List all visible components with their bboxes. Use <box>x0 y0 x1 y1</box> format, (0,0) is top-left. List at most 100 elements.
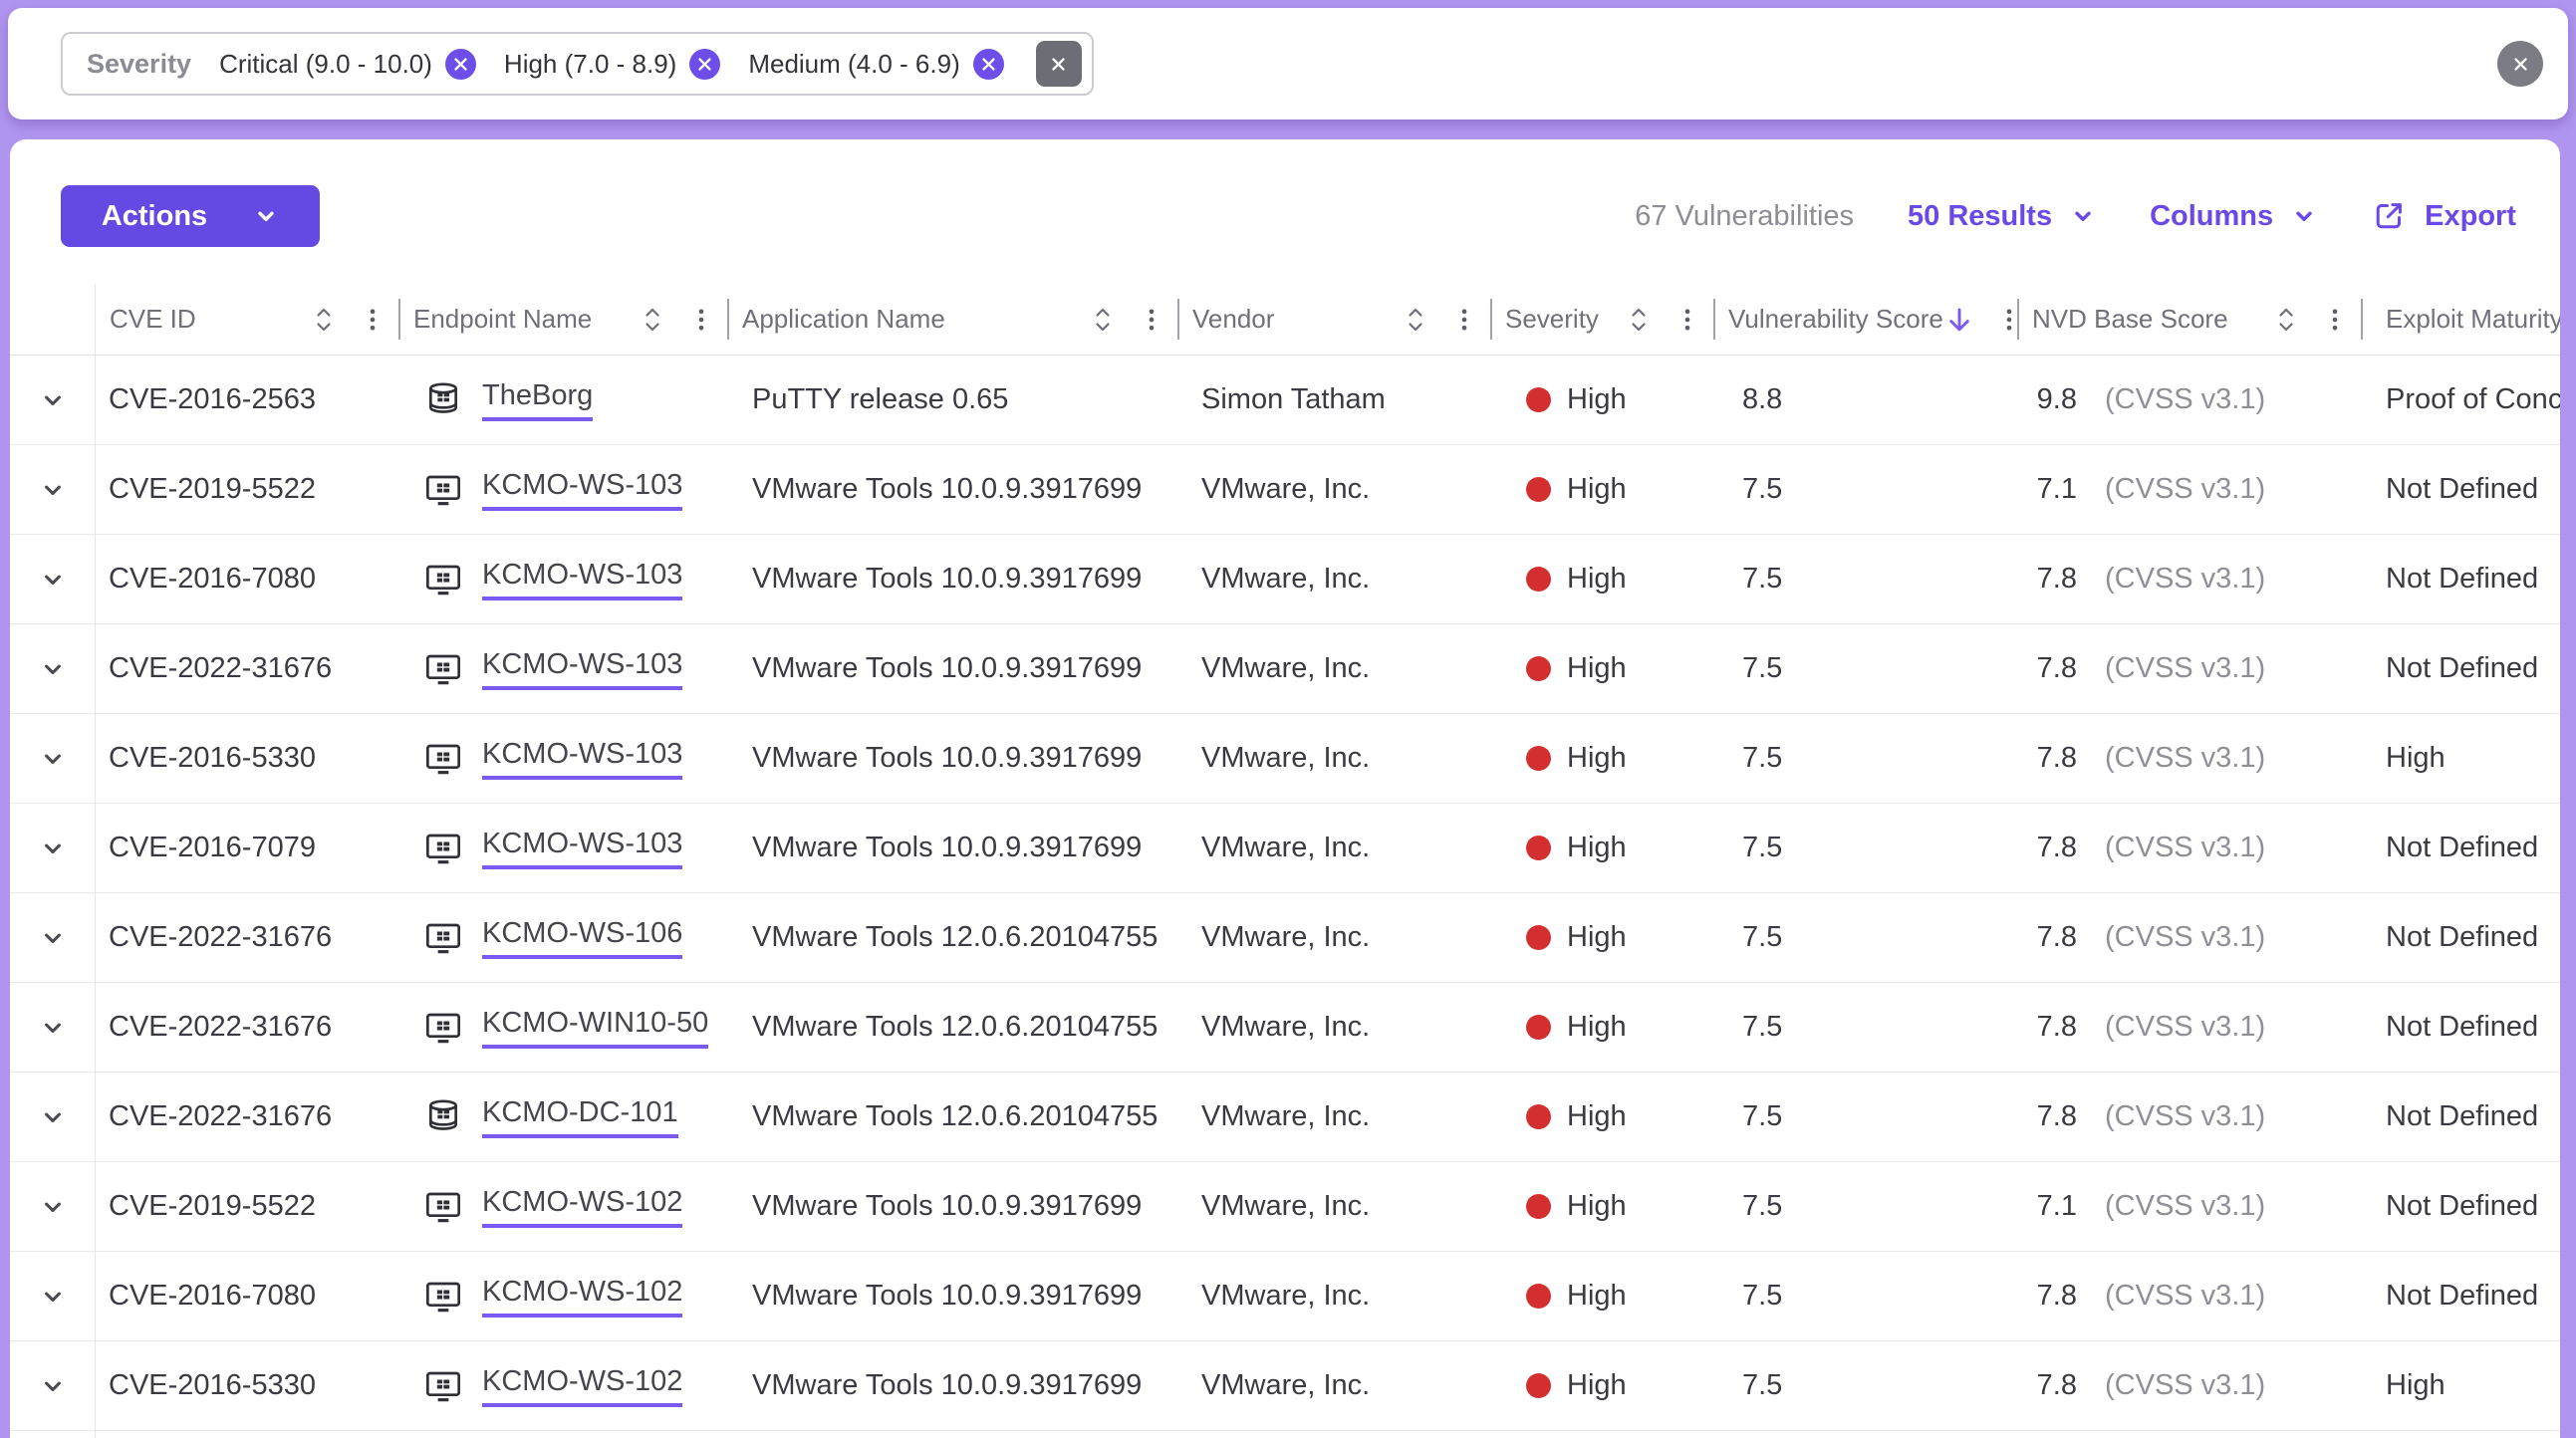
columns-dropdown[interactable]: Columns <box>2150 200 2317 233</box>
severity-dot <box>1526 1284 1551 1309</box>
severity-cell: High <box>1490 1011 1713 1044</box>
sort-icon[interactable] <box>2271 305 2301 335</box>
expand-row-button[interactable] <box>10 1283 95 1311</box>
column-menu-icon[interactable] <box>359 305 386 335</box>
column-header-nvd-base-score[interactable]: NVD Base Score <box>2017 284 2361 355</box>
vendor-cell: VMware, Inc. <box>1177 1369 1490 1402</box>
endpoint-link[interactable]: KCMO-WS-103 <box>482 559 682 600</box>
column-header-vendor[interactable]: Vendor <box>1177 284 1490 355</box>
vulnerabilities-panel: Actions 67 Vulnerabilities 50 Results Co… <box>10 139 2560 1438</box>
column-header-cve-id[interactable]: CVE ID <box>95 284 398 355</box>
endpoint-link[interactable]: KCMO-WS-103 <box>482 469 682 511</box>
column-menu-icon[interactable] <box>2321 305 2349 335</box>
endpoint-cell: KCMO-WS-102 <box>398 1365 727 1407</box>
vulnerability-score-cell: 7.5 <box>1713 473 2017 506</box>
nvd-base-score-cell: 7.8 (CVSS v3.1) <box>2017 563 2361 596</box>
sort-icon[interactable] <box>1088 305 1118 335</box>
cvss-standard-label: (CVSS v3.1) <box>2105 383 2265 416</box>
endpoint-link[interactable]: KCMO-WIN10-50 <box>482 1007 708 1049</box>
expand-row-button[interactable] <box>10 386 95 414</box>
expand-row-button[interactable] <box>10 566 95 594</box>
sort-descending-icon[interactable] <box>1943 304 1975 336</box>
sort-icon[interactable] <box>1401 305 1430 335</box>
nvd-base-score-cell: 7.1 (CVSS v3.1) <box>2017 1190 2361 1223</box>
nvd-base-score-cell: 7.8 (CVSS v3.1) <box>2017 832 2361 864</box>
workstation-icon <box>423 560 463 599</box>
column-menu-icon[interactable] <box>1450 305 1478 335</box>
application-cell: VMware Tools 12.0.6.20104755 <box>727 1011 1177 1044</box>
results-per-page-dropdown[interactable]: 50 Results <box>1908 200 2096 233</box>
column-header-severity[interactable]: Severity <box>1490 284 1713 355</box>
severity-cell: High <box>1490 473 1713 506</box>
expand-row-button[interactable] <box>10 745 95 773</box>
application-cell: VMware Tools 12.0.6.20104755 <box>727 1100 1177 1133</box>
cve-id-cell: CVE-2022-31676 <box>95 1011 398 1044</box>
endpoint-link[interactable]: KCMO-WS-102 <box>482 1365 682 1407</box>
application-cell: VMware Tools 10.0.9.3917699 <box>727 1369 1177 1402</box>
cve-id-cell: CVE-2016-5330 <box>95 742 398 775</box>
vendor-cell: VMware, Inc. <box>1177 832 1490 864</box>
expand-row-button[interactable] <box>10 924 95 952</box>
endpoint-link[interactable]: KCMO-WS-102 <box>482 1186 682 1228</box>
chevron-down-icon <box>39 1372 67 1400</box>
chevron-down-icon <box>39 924 67 952</box>
nvd-base-score-cell: 7.8 (CVSS v3.1) <box>2017 742 2361 775</box>
vulnerability-count: 67 Vulnerabilities <box>1635 200 1854 233</box>
workstation-icon <box>423 1366 463 1406</box>
expand-row-button[interactable] <box>10 835 95 862</box>
clear-filter-group-button[interactable] <box>1036 41 1082 87</box>
severity-dot <box>1526 387 1551 412</box>
expand-row-button[interactable] <box>10 1014 95 1042</box>
endpoint-cell: KCMO-DC-101 <box>398 1096 727 1138</box>
endpoint-link[interactable]: KCMO-DC-101 <box>482 1096 678 1138</box>
severity-cell: High <box>1490 1369 1713 1402</box>
endpoint-link[interactable]: KCMO-WS-102 <box>482 1276 682 1318</box>
vulnerability-score-cell: 7.5 <box>1713 832 2017 864</box>
column-header-endpoint-name[interactable]: Endpoint Name <box>398 284 727 355</box>
endpoint-link[interactable]: KCMO-WS-103 <box>482 738 682 780</box>
column-header-expander <box>10 284 95 355</box>
actions-button[interactable]: Actions <box>61 185 320 247</box>
column-header-exploit-maturity[interactable]: Exploit Maturity <box>2361 284 2560 355</box>
application-cell: VMware Tools 10.0.9.3917699 <box>727 652 1177 685</box>
severity-cell: High <box>1490 1280 1713 1313</box>
column-menu-icon[interactable] <box>687 305 715 335</box>
expand-row-button[interactable] <box>10 476 95 504</box>
expand-row-button[interactable] <box>10 1193 95 1221</box>
chevron-down-icon <box>39 835 67 862</box>
table-row <box>10 1431 2560 1438</box>
remove-chip-icon[interactable] <box>973 49 1004 80</box>
column-header-vulnerability-score[interactable]: Vulnerability Score <box>1713 284 2017 355</box>
clear-all-filters-button[interactable] <box>2497 41 2543 87</box>
expand-row-button[interactable] <box>10 1372 95 1400</box>
column-menu-icon[interactable] <box>1674 305 1701 335</box>
nvd-base-score-cell: 7.8 (CVSS v3.1) <box>2017 1280 2361 1313</box>
remove-chip-icon[interactable] <box>689 49 720 80</box>
severity-dot <box>1526 746 1551 771</box>
endpoint-link[interactable]: KCMO-WS-103 <box>482 648 682 690</box>
exploit-maturity-cell: Not Defined <box>2361 1190 2560 1223</box>
expand-row-button[interactable] <box>10 1103 95 1131</box>
endpoint-cell: TheBorg <box>398 379 727 421</box>
column-menu-icon[interactable] <box>1138 305 1165 335</box>
endpoint-link[interactable]: KCMO-WS-106 <box>482 917 682 959</box>
column-header-application-name[interactable]: Application Name <box>727 284 1177 355</box>
table-row: CVE-2016-2563 TheBorg PuTTY release 0.65… <box>10 356 2560 445</box>
endpoint-cell: KCMO-WS-102 <box>398 1276 727 1318</box>
vendor-cell: VMware, Inc. <box>1177 742 1490 775</box>
endpoint-link[interactable]: KCMO-WS-103 <box>482 828 682 869</box>
sort-icon[interactable] <box>638 305 667 335</box>
exploit-maturity-cell: Not Defined <box>2361 473 2560 506</box>
endpoint-link[interactable]: TheBorg <box>482 379 593 421</box>
cve-id-cell: CVE-2019-5522 <box>95 473 398 506</box>
sort-icon[interactable] <box>1624 305 1654 335</box>
severity-cell: High <box>1490 652 1713 685</box>
remove-chip-icon[interactable] <box>445 49 476 80</box>
vulnerability-score-cell: 7.5 <box>1713 921 2017 954</box>
expand-row-button[interactable] <box>10 655 95 683</box>
severity-dot <box>1526 1373 1551 1398</box>
severity-cell: High <box>1490 563 1713 596</box>
filter-chip-label: High (7.0 - 8.9) <box>504 49 676 80</box>
export-button[interactable]: Export <box>2371 198 2516 234</box>
sort-icon[interactable] <box>309 305 339 335</box>
